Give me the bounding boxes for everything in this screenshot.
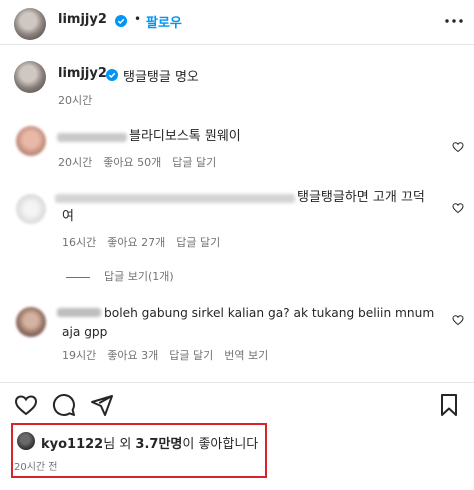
commenter-username[interactable] (55, 194, 295, 203)
comment-time: 19시간 (62, 349, 97, 362)
comment-meta: 19시간 좋아요 3개 답글 달기 번역 보기 (62, 347, 279, 363)
verified-badge-icon (106, 69, 118, 81)
verified-badge-icon (115, 15, 127, 27)
translate-button[interactable]: 번역 보기 (224, 349, 268, 362)
comment-time: 20시간 (58, 156, 93, 169)
post-time: 20시간 전 (14, 462, 58, 473)
heart-icon[interactable] (452, 202, 464, 214)
post-header: limjjy2 • 팔로우 (0, 0, 474, 44)
caption-time: 20시간 (58, 94, 93, 107)
follow-button[interactable]: 팔로우 (146, 12, 182, 31)
liker-suffix: 님 외 (103, 437, 136, 452)
reply-button[interactable]: 답글 달기 (176, 236, 220, 249)
comment-meta: 16시간 좋아요 27개 답글 달기 (62, 234, 231, 250)
caption-avatar[interactable] (14, 61, 46, 93)
share-icon[interactable] (90, 393, 114, 417)
comment-meta: 20시간 좋아요 50개 답글 달기 (58, 154, 227, 170)
comment-time: 16시간 (62, 236, 97, 249)
likes-tail: 이 좋아합니다 (182, 437, 259, 452)
commenter-username[interactable] (57, 133, 127, 142)
comment-text-line2: aja gpp (62, 325, 108, 339)
commenter-avatar[interactable] (16, 126, 46, 156)
view-replies-label: 답글 보기(1개) (104, 270, 174, 283)
author-username[interactable]: limjjy2 (58, 12, 107, 27)
comment-likes[interactable]: 좋아요 3개 (107, 349, 158, 362)
comment-likes[interactable]: 좋아요 50개 (103, 156, 161, 169)
author-avatar[interactable] (14, 8, 46, 40)
reply-button[interactable]: 답글 달기 (172, 156, 216, 169)
replies-line (66, 276, 90, 278)
comment-likes[interactable]: 좋아요 27개 (107, 236, 165, 249)
header-divider (0, 44, 474, 45)
view-replies-button[interactable]: 답글 보기(1개) (66, 268, 174, 284)
more-options-icon[interactable] (444, 11, 464, 31)
commenter-username[interactable] (57, 308, 101, 317)
caption-text: 탱글탱글 명오 (123, 70, 199, 85)
liker-avatar[interactable] (17, 432, 35, 450)
heart-icon[interactable] (14, 393, 38, 417)
likes-summary: kyo1122님 외 3.7만명이 좋아합니다 (41, 433, 258, 452)
heart-icon[interactable] (452, 141, 464, 153)
separator-dot: • (134, 12, 142, 26)
heart-icon[interactable] (452, 314, 464, 326)
comment-icon[interactable] (52, 393, 76, 417)
actions-divider (0, 382, 474, 383)
commenter-avatar[interactable] (16, 194, 46, 224)
bookmark-icon[interactable] (437, 393, 461, 417)
comment-text-line1: 탱글탱글하면 고개 끄덕 (297, 190, 425, 205)
liker-username[interactable]: kyo1122 (41, 437, 103, 452)
likes-count[interactable]: 3.7만명 (135, 437, 182, 452)
comment-text-line2: 여 (62, 209, 74, 224)
comment-text: 블라디보스톡 뭔웨이 (129, 129, 241, 144)
caption-username[interactable]: limjjy2 (58, 66, 107, 81)
comment-text-line1: boleh gabung sirkel kalian ga? ak tukang… (104, 306, 435, 320)
reply-button[interactable]: 답글 달기 (169, 349, 213, 362)
commenter-avatar[interactable] (16, 307, 46, 337)
